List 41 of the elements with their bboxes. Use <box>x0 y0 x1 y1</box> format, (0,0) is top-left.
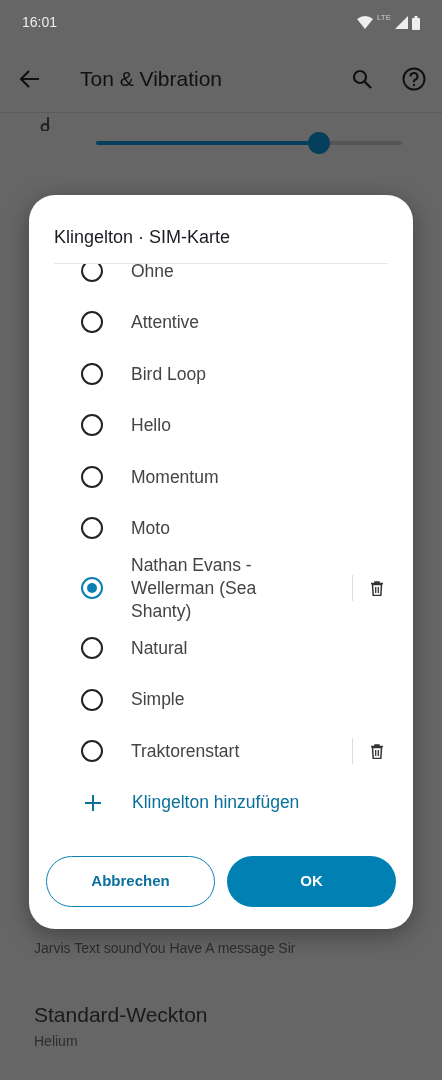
radio-button[interactable] <box>81 264 103 282</box>
network-type: LTE <box>376 11 391 24</box>
radio-button[interactable] <box>81 637 103 659</box>
slider-thumb[interactable] <box>308 132 331 154</box>
back-arrow-icon[interactable] <box>20 69 40 88</box>
ringtone-label[interactable]: Moto <box>131 515 383 542</box>
trash-icon[interactable] <box>371 580 383 596</box>
radio-button[interactable] <box>81 465 103 488</box>
dialog-title: Klingelton · SIM-Karte <box>53 226 232 249</box>
radio-button[interactable] <box>81 311 103 334</box>
cancel-button[interactable]: Abbrechen <box>46 856 215 907</box>
clock: 16:01 <box>22 13 58 32</box>
radio-button[interactable] <box>81 688 103 711</box>
radio-button[interactable] <box>81 362 103 385</box>
ringtone-label[interactable]: Momentum <box>131 463 383 490</box>
ringtone-label[interactable]: Natural <box>131 634 383 662</box>
ringtone-label[interactable]: Attentive <box>131 309 383 336</box>
ringtone-label[interactable]: Nathan Evans - Wellerman (Sea Shanty) <box>131 554 342 623</box>
search-icon[interactable] <box>352 68 372 89</box>
radio-button[interactable] <box>81 414 103 437</box>
ringtone-label[interactable]: Simple <box>131 686 383 713</box>
page-title: Ton & Vibration <box>80 65 223 92</box>
ringtone-label[interactable]: Hello <box>131 412 383 439</box>
setting-title: Standard-Weckton <box>34 1002 209 1028</box>
ok-button[interactable]: OK <box>227 856 396 907</box>
ringtone-label[interactable]: Traktorenstart <box>131 739 342 763</box>
signal-icon <box>395 16 408 29</box>
radio-button[interactable] <box>81 740 103 762</box>
help-icon[interactable] <box>402 66 426 91</box>
battery-icon <box>412 15 420 30</box>
plus-icon[interactable] <box>85 794 101 811</box>
ringtone-label[interactable]: Ohne <box>131 264 383 284</box>
volume-slider[interactable] <box>96 132 402 154</box>
wifi-icon <box>356 16 373 29</box>
radio-button[interactable] <box>81 577 103 600</box>
music-note-icon <box>40 117 50 131</box>
trash-icon[interactable] <box>371 743 383 759</box>
radio-button[interactable] <box>81 517 103 540</box>
add-ringtone-link[interactable]: Klingelton hinzufügen <box>132 789 300 816</box>
setting-value: Helium <box>34 1031 79 1051</box>
ringtone-label[interactable]: Bird Loop <box>131 360 383 387</box>
